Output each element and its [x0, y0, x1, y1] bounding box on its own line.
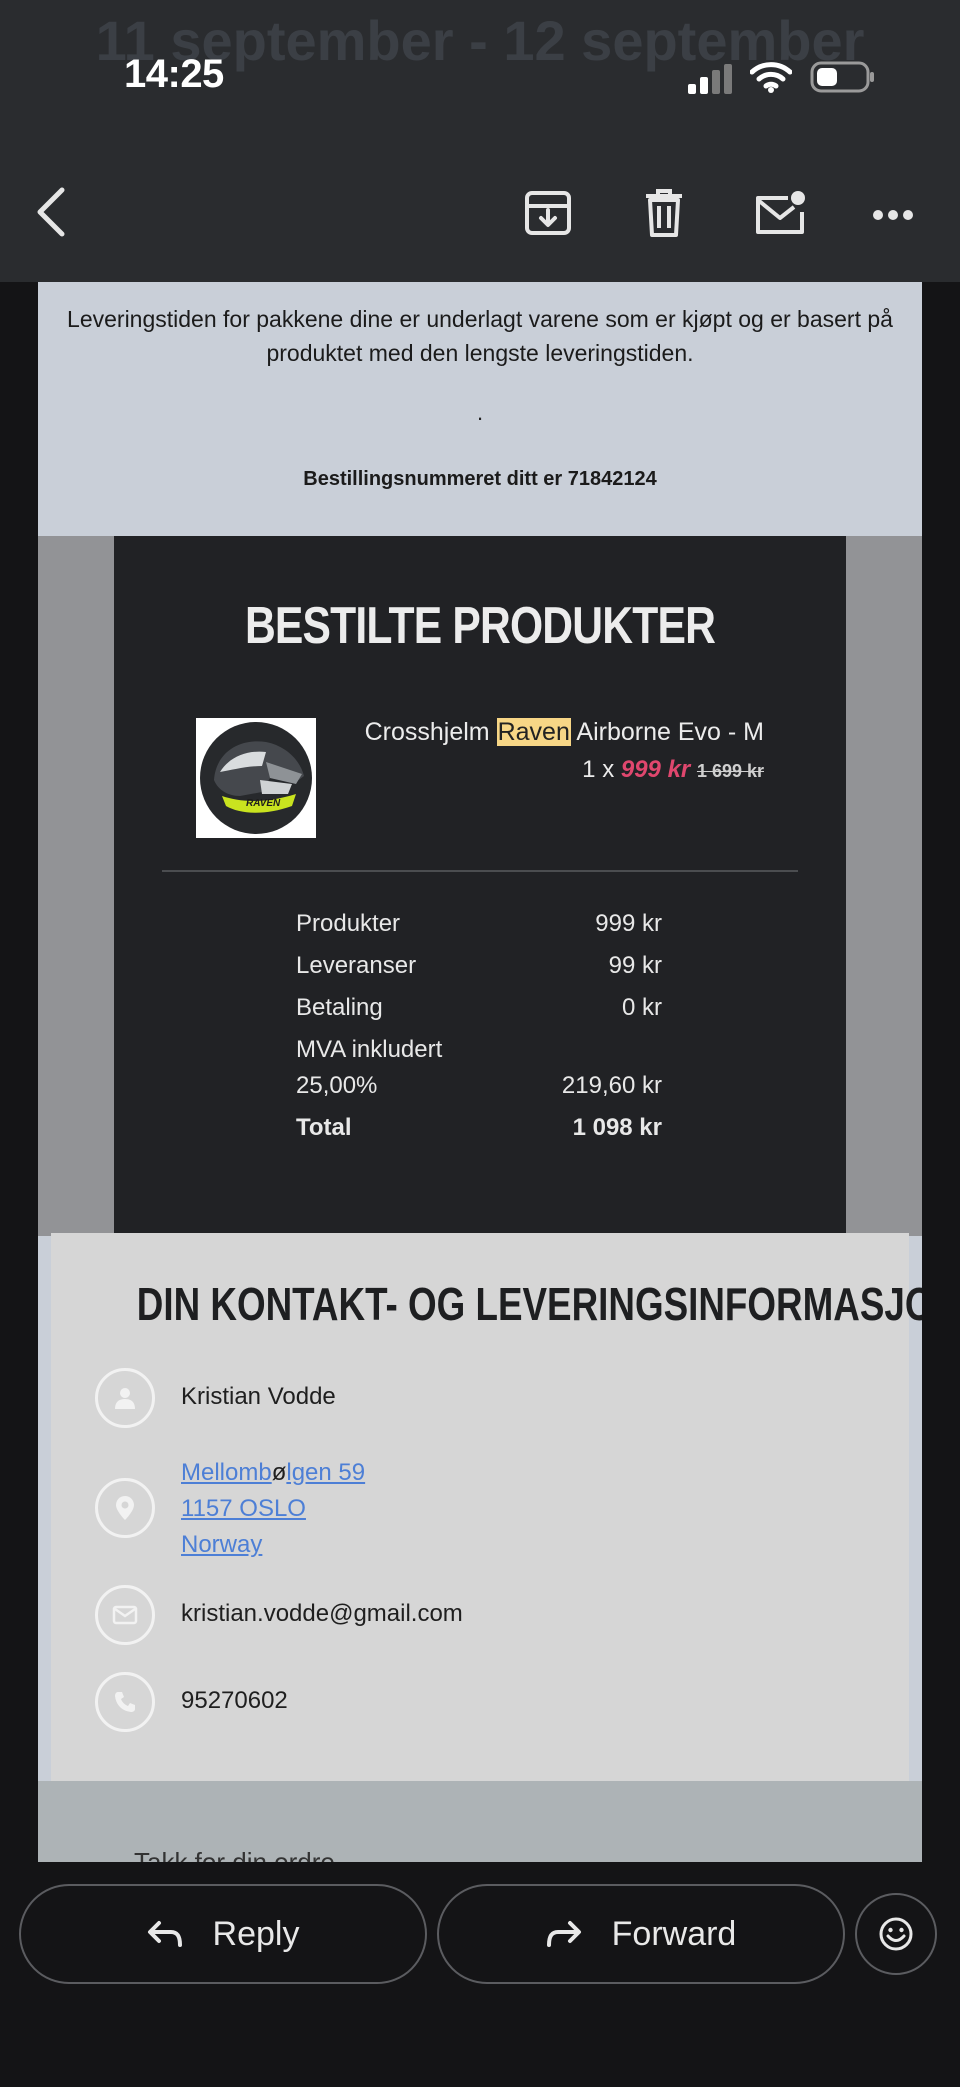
- summary-label: Betaling: [296, 994, 383, 1021]
- signal-icon: [688, 64, 734, 99]
- contact-title: DIN KONTAKT- OG LEVERINGSINFORMASJON: [136, 1278, 922, 1330]
- summary-value: 0 kr: [621, 994, 662, 1021]
- divider: [162, 870, 798, 872]
- ordered-products-card: BESTILTE PRODUKTER RAVEN Crosshjelm Rave…: [114, 536, 846, 1236]
- summary-row-total: Total 1 098 kr: [296, 1110, 662, 1146]
- product-image[interactable]: RAVEN: [196, 718, 316, 838]
- contact-email[interactable]: kristian.vodde@gmail.com: [181, 1600, 463, 1628]
- reply-icon: [147, 1921, 182, 1947]
- forward-label: Forward: [611, 1914, 737, 1953]
- status-time: 14:25: [124, 52, 224, 96]
- wifi-icon: [749, 60, 793, 99]
- original-price: 1 699 kr: [696, 761, 764, 781]
- footer-band: Takk for din ordre: [38, 1781, 922, 1862]
- battery-icon: [810, 60, 876, 99]
- forward-icon: [546, 1921, 581, 1947]
- smiley-icon: [879, 1917, 913, 1951]
- helmet-image: RAVEN: [200, 722, 312, 834]
- email-body: Leveringstiden for pakkene dine er under…: [38, 250, 922, 1862]
- product-price: 1 x 999 kr 1 699 kr: [582, 756, 764, 784]
- contact-info-section: DIN KONTAKT- OG LEVERINGSINFORMASJON Kri…: [51, 1233, 922, 1781]
- forward-button[interactable]: Forward: [437, 1884, 845, 1984]
- emoji-reaction-button[interactable]: [855, 1893, 937, 1975]
- search-highlight: Raven: [496, 718, 571, 746]
- sale-price: 999 kr: [620, 756, 691, 783]
- summary-label: Leveranser: [296, 952, 417, 979]
- back-icon[interactable]: [34, 186, 68, 243]
- summary-value: 219,60 kr: [561, 1072, 662, 1099]
- phone-icon: [95, 1672, 155, 1732]
- summary-value: 1 098 kr: [572, 1114, 662, 1141]
- separator-dot: .: [476, 400, 484, 425]
- contact-phone[interactable]: 95270602: [181, 1687, 288, 1715]
- summary-row-delivery: Leveranser 99 kr: [296, 948, 662, 984]
- reply-label: Reply: [212, 1914, 300, 1953]
- summary-row-products: Produkter 999 kr: [296, 906, 662, 942]
- summary-value: 99 kr: [608, 952, 662, 979]
- product-name-prefix: Crosshjelm: [364, 718, 497, 746]
- address-line-street[interactable]: Mellombølgen 59: [181, 1455, 365, 1491]
- summary-label: MVA inkludert 25,00%: [296, 1036, 443, 1099]
- helmet-logo-text: RAVEN: [246, 798, 281, 809]
- more-icon[interactable]: [872, 208, 914, 226]
- summary-label: Total: [296, 1114, 352, 1141]
- mail-unread-icon[interactable]: [754, 190, 806, 241]
- summary-value: 999 kr: [595, 910, 662, 937]
- address-line-country[interactable]: Norway: [181, 1527, 365, 1563]
- address-block[interactable]: Mellombølgen 59 1157 OSLO Norway: [181, 1455, 365, 1563]
- contact-name: Kristian Vodde: [181, 1383, 336, 1410]
- top-bar: 11 september - 12 september 14:25: [0, 0, 960, 282]
- cutoff-text: Takk for din ordre: [134, 1847, 335, 1862]
- product-name[interactable]: Crosshjelm Raven Airborne Evo - M: [365, 718, 764, 747]
- archive-icon[interactable]: [524, 190, 572, 241]
- person-icon: [95, 1368, 155, 1428]
- order-number: Bestillingsnummeret ditt er 71842124: [303, 468, 657, 490]
- address-line-city[interactable]: 1157 OSLO: [181, 1491, 365, 1527]
- reply-button[interactable]: Reply: [19, 1884, 427, 1984]
- trash-icon[interactable]: [644, 188, 684, 243]
- summary-row-payment: Betaling 0 kr: [296, 990, 662, 1026]
- delivery-note: Leveringstiden for pakkene dine er under…: [67, 306, 893, 366]
- location-pin-icon: [95, 1478, 155, 1538]
- envelope-icon: [95, 1585, 155, 1645]
- summary-row-vat: MVA inkludert 25,00% 219,60 kr: [296, 1032, 662, 1104]
- product-qty: 1 x: [582, 756, 621, 783]
- product-name-suffix: Airborne Evo - M: [570, 718, 764, 746]
- summary-label: Produkter: [296, 910, 401, 937]
- products-title: BESTILTE PRODUKTER: [244, 597, 716, 655]
